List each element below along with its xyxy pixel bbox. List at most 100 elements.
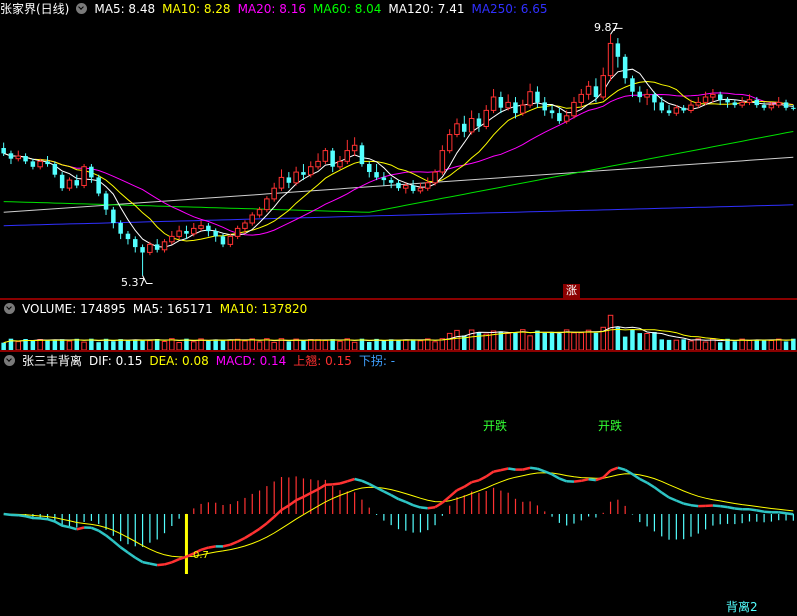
- candle-body: [396, 182, 401, 189]
- volume-bar: [527, 335, 533, 351]
- candle-body: [710, 93, 716, 98]
- volume-bar: [718, 342, 723, 350]
- dif-line-segment: [668, 496, 677, 502]
- volume-bar: [410, 339, 416, 350]
- volume-bar: [388, 339, 394, 350]
- dif-line-segment: [54, 520, 63, 527]
- volume-bar: [227, 339, 234, 351]
- dif-line-segment: [690, 503, 699, 508]
- volume-bar: [673, 339, 680, 351]
- dif-line-segment: [164, 561, 173, 566]
- volume-bar: [746, 339, 753, 351]
- dif-line-segment: [500, 467, 509, 472]
- volume-bar: [81, 341, 87, 351]
- candle-body: [578, 93, 584, 103]
- high-price-label: 9.87: [594, 21, 619, 34]
- dif-line-segment: [40, 517, 48, 521]
- volume-bar: [776, 338, 782, 351]
- dif-line-segment: [485, 470, 495, 478]
- volume-bar: [754, 339, 759, 350]
- dif-line-segment: [142, 560, 151, 565]
- dif-line-segment: [727, 505, 736, 510]
- dif-line-segment: [47, 518, 56, 523]
- dif-line-segment: [778, 511, 787, 515]
- dif-line-segment: [720, 504, 728, 509]
- candle-body: [15, 155, 21, 160]
- candle-body: [154, 244, 160, 250]
- ma20-line: [3, 92, 794, 236]
- volume-bar: [140, 339, 145, 350]
- volume-bar: [768, 340, 775, 351]
- price-candles[interactable]: [0, 0, 797, 300]
- candle-body: [301, 172, 306, 175]
- volume-bar: [702, 341, 709, 351]
- candle-body: [688, 104, 694, 111]
- candle-body: [718, 94, 723, 100]
- dif-line-segment: [588, 477, 597, 482]
- candle-body: [490, 96, 497, 111]
- volume-bar: [242, 340, 248, 351]
- candle-body: [89, 166, 94, 178]
- volume-panel[interactable]: VOLUME: 174895 MA5: 165171 MA10: 137820: [0, 300, 797, 352]
- dif-line-segment: [756, 509, 765, 513]
- volume-bar: [425, 338, 431, 351]
- dif-line-segment: [536, 467, 546, 473]
- volume-bars[interactable]: [0, 300, 797, 352]
- volume-bar: [615, 327, 621, 350]
- volume-bar: [381, 341, 387, 350]
- candle-body: [557, 113, 562, 122]
- price-chart-panel[interactable]: 张家界(日线) MA5: 8.48 MA10: 8.28 MA20: 8.16 MA60…: [0, 0, 797, 300]
- dif-line-segment: [127, 551, 137, 559]
- macd-indicator[interactable]: [0, 352, 797, 616]
- volume-bar: [220, 340, 226, 350]
- candle-body: [417, 187, 424, 192]
- candle-body: [527, 91, 533, 106]
- volume-bar: [52, 340, 58, 350]
- candle-body: [81, 166, 87, 186]
- candle-body: [432, 171, 438, 184]
- dif-line-segment: [244, 532, 253, 540]
- candle-body: [388, 180, 394, 183]
- dif-line-segment: [675, 499, 685, 505]
- volume-bar: [490, 330, 497, 351]
- dif-line-segment: [171, 558, 180, 564]
- dif-line-segment: [3, 512, 12, 517]
- dif-line-segment: [544, 470, 553, 476]
- volume-bar: [505, 332, 511, 351]
- dif-line-segment: [456, 485, 465, 492]
- candle-body: [308, 166, 314, 176]
- dif-line-segment: [251, 527, 261, 535]
- dif-line-segment: [683, 502, 692, 507]
- volume-bar: [659, 339, 664, 350]
- dif-line-segment: [295, 495, 304, 502]
- dif-line-segment: [25, 515, 34, 520]
- candle-body: [96, 177, 101, 194]
- candle-body: [45, 161, 50, 165]
- candle-body: [681, 107, 686, 111]
- candle-body: [322, 150, 329, 162]
- candle-body: [37, 160, 43, 168]
- volume-bar: [644, 333, 650, 351]
- volume-bar: [1, 342, 6, 350]
- volume-bar: [513, 332, 518, 350]
- dif-line-segment: [763, 510, 772, 514]
- candle-body: [505, 101, 511, 109]
- dif-line-segment: [266, 515, 276, 525]
- dif-line-segment: [448, 489, 458, 498]
- dif-line-segment: [354, 477, 363, 483]
- dif-line-segment: [302, 491, 312, 499]
- candle-body: [213, 231, 218, 237]
- volume-bar: [476, 332, 482, 350]
- candle-body: [125, 233, 131, 240]
- dif-line-segment: [18, 513, 26, 518]
- candle-body: [476, 118, 482, 127]
- candle-body: [454, 123, 460, 136]
- candle-body: [425, 182, 431, 189]
- small-value-label: 0.7: [193, 550, 209, 561]
- candle-body: [593, 86, 599, 97]
- candle-body: [410, 185, 416, 191]
- volume-bar: [542, 332, 547, 350]
- candle-body: [256, 209, 263, 216]
- indicator-panel[interactable]: 张三丰背离 DIF: 0.15 DEA: 0.08 MACD: 0.14 上翘: 0.1…: [0, 352, 797, 616]
- candle-body: [234, 227, 241, 237]
